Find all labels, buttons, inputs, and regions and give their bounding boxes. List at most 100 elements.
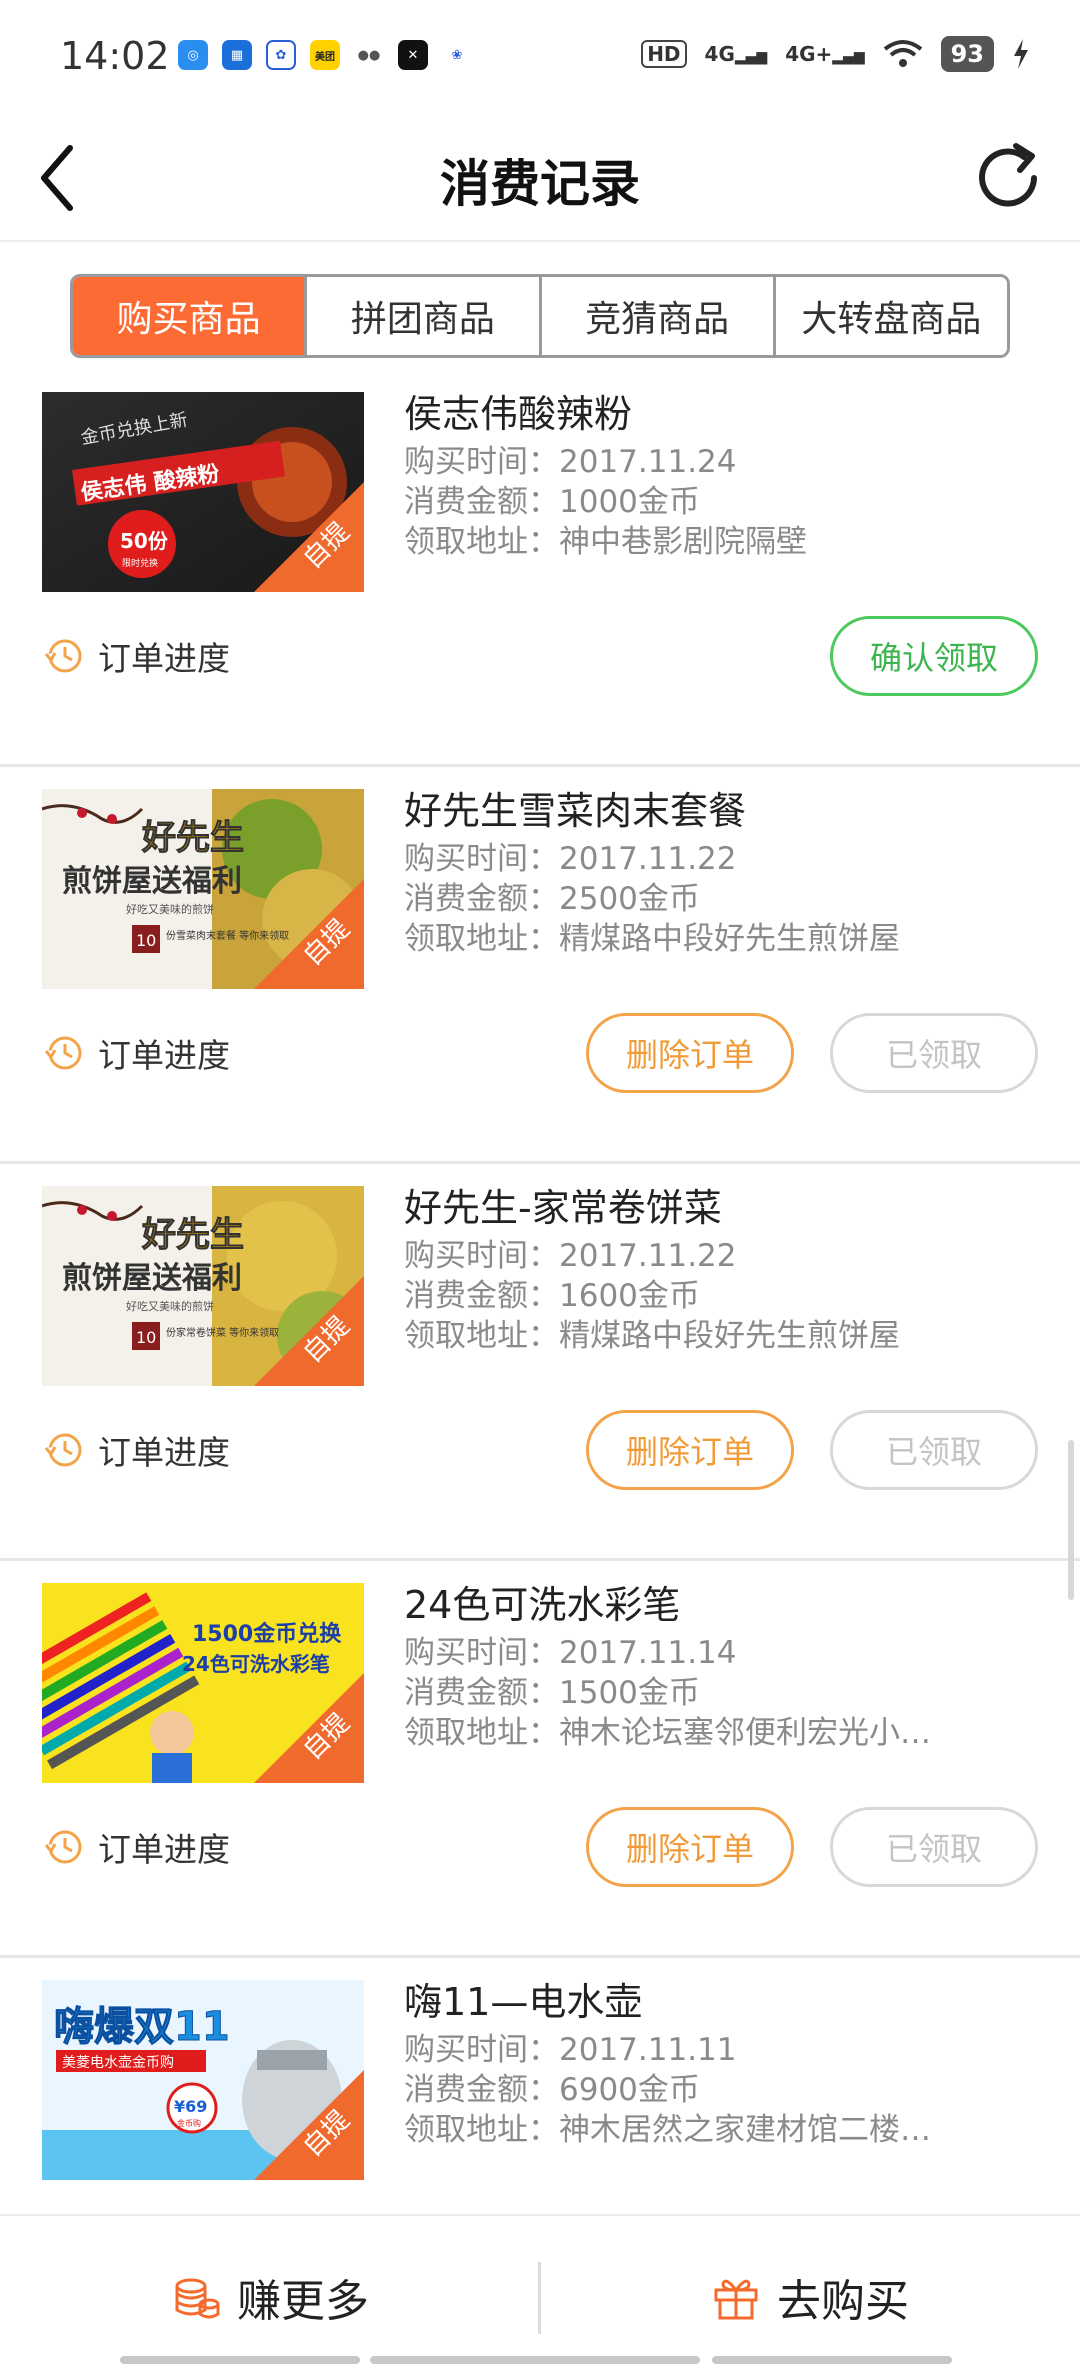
svg-text:美菱电水壶金币购: 美菱电水壶金币购 (62, 2055, 174, 2071)
home-indicator (120, 2356, 360, 2364)
order-progress-link[interactable]: 订单进度 (44, 1426, 230, 1474)
order-progress-label: 订单进度 (98, 639, 230, 678)
spent-amount: 消费金额：1500金币 (404, 1675, 700, 1711)
spent-amount: 消费金额：1000金币 (404, 484, 700, 520)
tab-guess[interactable]: 竞猜商品 (541, 277, 776, 355)
pickup-address: 领取地址：神木论坛塞邻便利宏光小… (404, 1715, 931, 1751)
product-title: 好先生-家常卷饼菜 (404, 1186, 722, 1230)
svg-text:24色可洗水彩笔: 24色可洗水彩笔 (182, 1652, 330, 1676)
signal-4g: 4G▂▄▆ (704, 42, 768, 66)
svg-text:金币购: 金币购 (177, 2118, 201, 2128)
order-progress-link[interactable]: 订单进度 (44, 632, 230, 680)
hd-icon: HD (641, 40, 687, 68)
baidu-icon: ✿ (266, 40, 296, 70)
status-bar: 14:02 ◎ ▦ ✿ 美团 ●● ✕ ❀ HD 4G▂▄▆ 4G+▂▄▆ 93 (0, 0, 1080, 118)
order-card: 嗨爆双11 美菱电水壶金币购 ¥69 金币购 自提 嗨11—电水壶 购买时间：2… (0, 1958, 1080, 2258)
clock-history-icon (44, 1036, 82, 1070)
order-progress-link[interactable]: 订单进度 (44, 1823, 230, 1871)
product-title: 嗨11—电水壶 (404, 1980, 643, 2024)
meituan-icon: 美团 (310, 40, 340, 70)
status-app-icons: ◎ ▦ ✿ 美团 ●● ✕ ❀ (178, 40, 472, 70)
home-indicator (370, 2356, 700, 2364)
product-title: 24色可洗水彩笔 (404, 1583, 681, 1627)
svg-text:嗨爆双11: 嗨爆双11 (54, 2004, 230, 2050)
coins-icon (175, 2278, 220, 2319)
wifi-icon (883, 40, 922, 67)
news-icon: ▦ (222, 40, 252, 70)
purchase-time: 购买时间：2017.11.11 (404, 2032, 737, 2068)
product-title: 好先生雪菜肉末套餐 (404, 789, 747, 833)
product-image-pancake: 好先生 煎饼屋送福利 好吃又美味的煎饼 10 份家常卷饼菜 等你来领取 自提 (42, 1186, 364, 1386)
order-info: 24色可洗水彩笔 购买时间：2017.11.14 消费金额：1500金币 领取地… (404, 1577, 1044, 1753)
go-buy-label: 去购买 (777, 2276, 909, 2327)
clock-history-icon (44, 639, 82, 673)
order-info: 嗨11—电水壶 购买时间：2017.11.11 消费金额：6900金币 领取地址… (404, 1974, 1044, 2150)
purchase-time: 购买时间：2017.11.22 (404, 1238, 737, 1274)
product-image-pancake: 好先生 煎饼屋送福利 好吃又美味的煎饼 10 份雪菜肉末套餐 等你来领取 自提 (42, 789, 364, 989)
product-thumbnail[interactable]: 嗨爆双11 美菱电水壶金币购 ¥69 金币购 自提 (42, 1980, 364, 2180)
order-info: 侯志伟酸辣粉 购买时间：2017.11.24 消费金额：1000金币 领取地址：… (404, 386, 1044, 562)
order-progress-label: 订单进度 (98, 1830, 230, 1869)
clock-history-icon (44, 1830, 82, 1864)
home-indicator (712, 2356, 952, 2364)
product-thumbnail[interactable]: 好先生 煎饼屋送福利 好吃又美味的煎饼 10 份雪菜肉末套餐 等你来领取 自提 (42, 789, 364, 989)
picked-up-button[interactable]: 已领取 (830, 1807, 1038, 1887)
svg-text:¥69: ¥69 (174, 2097, 207, 2116)
svg-text:1500金币兑换: 1500金币兑换 (192, 1621, 342, 1647)
order-card: 金币兑换上新 侯志伟 酸辣粉 50份 限时兑换 自提 侯志伟酸辣粉 购买时间：2… (0, 370, 1080, 767)
tab-purchased[interactable]: 购买商品 (73, 277, 308, 355)
status-time: 14:02 (60, 34, 170, 78)
product-thumbnail[interactable]: 金币兑换上新 侯志伟 酸辣粉 50份 限时兑换 自提 (42, 392, 364, 592)
battery-level: 93 (940, 36, 994, 72)
product-thumbnail[interactable]: 1500金币兑换 24色可洗水彩笔 自提 (42, 1583, 364, 1783)
svg-text:10: 10 (136, 1328, 156, 1347)
refresh-button[interactable] (966, 136, 1050, 220)
pickup-address: 领取地址：精煤路中段好先生煎饼屋 (404, 921, 900, 957)
charging-icon (1014, 39, 1028, 69)
network-icon: ◎ (178, 40, 208, 70)
go-buy-button[interactable]: 去购买 (540, 2216, 1080, 2378)
order-progress-label: 订单进度 (98, 1433, 230, 1472)
scrollbar[interactable] (1068, 1440, 1074, 1600)
delete-order-button[interactable]: 删除订单 (586, 1410, 794, 1490)
picked-up-button[interactable]: 已领取 (830, 1013, 1038, 1093)
order-card: 好先生 煎饼屋送福利 好吃又美味的煎饼 10 份雪菜肉末套餐 等你来领取 自提 … (0, 767, 1080, 1164)
gift-icon (714, 2279, 758, 2320)
svg-text:好吃又美味的煎饼: 好吃又美味的煎饼 (126, 1299, 214, 1313)
spent-amount: 消费金额：2500金币 (404, 881, 700, 917)
order-info: 好先生雪菜肉末套餐 购买时间：2017.11.22 消费金额：2500金币 领取… (404, 783, 1044, 959)
spent-amount: 消费金额：1600金币 (404, 1278, 700, 1314)
page-title: 消费记录 (440, 155, 640, 213)
purchase-time: 购买时间：2017.11.14 (404, 1635, 737, 1671)
paw-icon: ❀ (442, 40, 472, 70)
product-thumbnail[interactable]: 好先生 煎饼屋送福利 好吃又美味的煎饼 10 份家常卷饼菜 等你来领取 自提 (42, 1186, 364, 1386)
earn-more-label: 赚更多 (237, 2276, 369, 2327)
order-progress-link[interactable]: 订单进度 (44, 1029, 230, 1077)
svg-text:煎饼屋送福利: 煎饼屋送福利 (62, 864, 242, 899)
nav-bar: 消费记录 (0, 118, 1080, 242)
pickup-address: 领取地址：精煤路中段好先生煎饼屋 (404, 1318, 900, 1354)
clock-history-icon (44, 1433, 82, 1467)
order-list: 金币兑换上新 侯志伟 酸辣粉 50份 限时兑换 自提 侯志伟酸辣粉 购买时间：2… (0, 370, 1080, 2258)
order-progress-label: 订单进度 (98, 1036, 230, 1075)
product-image-kettle: 嗨爆双11 美菱电水壶金币购 ¥69 金币购 自提 (42, 1980, 364, 2180)
category-tabs: 购买商品 拼团商品 竞猜商品 大转盘商品 (70, 274, 1010, 358)
confirm-pickup-button[interactable]: 确认领取 (830, 616, 1038, 696)
svg-text:好先生: 好先生 (141, 1215, 244, 1255)
delete-order-button[interactable]: 删除订单 (586, 1807, 794, 1887)
svg-text:好先生: 好先生 (141, 818, 244, 858)
tab-lucky-wheel[interactable]: 大转盘商品 (775, 277, 1007, 355)
pickup-address: 领取地址：神中巷影剧院隔壁 (404, 524, 807, 560)
svg-text:煎饼屋送福利: 煎饼屋送福利 (62, 1261, 242, 1296)
earn-more-button[interactable]: 赚更多 (0, 2216, 540, 2378)
capcut-icon: ✕ (398, 40, 428, 70)
svg-text:50份: 50份 (120, 529, 169, 553)
status-indicators: HD 4G▂▄▆ 4G+▂▄▆ 93 (641, 36, 1030, 72)
picked-up-button[interactable]: 已领取 (830, 1410, 1038, 1490)
order-info: 好先生-家常卷饼菜 购买时间：2017.11.22 消费金额：1600金币 领取… (404, 1180, 1044, 1356)
svg-text:好吃又美味的煎饼: 好吃又美味的煎饼 (126, 902, 214, 916)
svg-text:份家常卷饼菜 等你来领取: 份家常卷饼菜 等你来领取 (166, 1326, 279, 1339)
tab-group-buy[interactable]: 拼团商品 (307, 277, 542, 355)
delete-order-button[interactable]: 删除订单 (586, 1013, 794, 1093)
product-title: 侯志伟酸辣粉 (404, 392, 633, 436)
